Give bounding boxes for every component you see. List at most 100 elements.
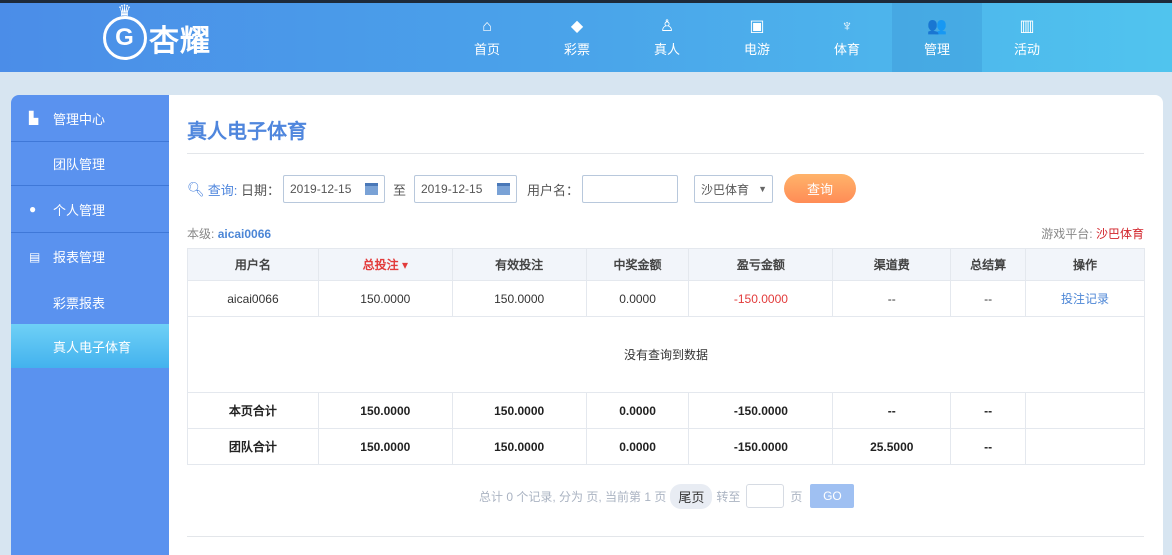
column-header: 盈亏金额 <box>688 248 834 281</box>
logo[interactable]: G杏耀 <box>103 1 211 65</box>
page-number-input[interactable] <box>746 484 785 508</box>
platform-select[interactable]: 沙巴体育 ▼ <box>694 175 773 203</box>
table-cell: -- <box>950 392 1027 429</box>
pager-summary: 总计 0 个记录, 分为 页, 当前第 1 页 <box>479 489 667 504</box>
nav-label: 管理 <box>923 41 950 57</box>
nav-item-4[interactable]: ♆ 体育 <box>802 3 892 72</box>
sidebar: ▙ 管理中心 团队管理 ● 个人管理 ▤ 报表管理 彩票报表 真人电子体育 <box>11 95 169 555</box>
table-cell: -- <box>950 280 1027 317</box>
date-label: 日期： <box>241 182 281 198</box>
end-date-value: 2019-12-15 <box>421 182 483 196</box>
divider <box>187 536 1144 537</box>
table-cell: 150.0000 <box>317 428 453 465</box>
table-cell: -- <box>832 280 952 317</box>
query-text: 查询: <box>207 182 238 198</box>
username-input[interactable] <box>582 175 678 203</box>
column-header[interactable]: 总投注 ▾ <box>317 248 453 281</box>
level-info: 本级: aicai0066 <box>187 225 271 242</box>
sidebar-item-management-center[interactable]: ▙ 管理中心 <box>11 95 169 142</box>
label: 真人电子体育 <box>53 339 132 355</box>
table-cell: 150.0000 <box>451 280 587 317</box>
gift-icon: ▥ <box>1019 17 1035 35</box>
report-table: 用户名 总投注 ▾ 有效投注 中奖金额 盈亏金额 渠道费 总结算 操作 aicai0066 15… <box>187 248 1145 465</box>
sidebar-item-personal-management[interactable]: ● 个人管理 <box>11 186 169 233</box>
platform-value: 沙巴体育 <box>1095 227 1144 241</box>
page-label: 页 <box>790 489 803 504</box>
table-cell: 0.0000 <box>585 280 690 317</box>
label: 管理中心 <box>53 111 106 127</box>
table-cell: 0.0000 <box>585 428 690 465</box>
table-cell: 本页合计 <box>187 392 319 429</box>
ticket-icon: ◆ <box>570 17 584 35</box>
search-icon: 🔍︎ <box>187 180 205 197</box>
empty-message: 没有查询到数据 <box>187 316 1145 393</box>
label: 彩票报表 <box>53 295 106 311</box>
last-page-button[interactable]: 尾页 <box>670 483 713 509</box>
dealer-icon: ♙ <box>659 17 675 35</box>
nav-label: 彩票 <box>563 41 590 57</box>
column-header: 有效投注 <box>451 248 587 281</box>
pagination: 总计 0 个记录, 分为 页, 当前第 1 页 尾页 转至 页 GO <box>479 483 855 509</box>
table-cell: 团队合计 <box>187 428 319 465</box>
table-cell: 150.0000 <box>451 392 587 429</box>
dropdown-arrow-icon: ▼ <box>758 184 767 194</box>
level-user[interactable]: aicai0066 <box>218 227 271 241</box>
column-header: 总结算 <box>950 248 1027 281</box>
column-header: 操作 <box>1025 248 1145 281</box>
user-icon: ● <box>29 202 37 216</box>
nav-item-3[interactable]: ▣ 电游 <box>712 3 802 72</box>
end-date-input[interactable]: 2019-12-15 <box>414 175 517 203</box>
logo-text: 杏耀 <box>149 25 211 58</box>
nav-item-0[interactable]: ⌂ 首页 <box>442 3 532 72</box>
table-cell <box>1025 392 1145 429</box>
label: 报表管理 <box>53 250 106 265</box>
empty-row: 没有查询到数据 <box>187 316 1145 393</box>
query-label: 🔍︎ 查询: <box>187 175 237 203</box>
goto-label: 转至 <box>716 489 741 504</box>
sidebar-item-lottery-report[interactable]: 彩票报表 <box>11 280 169 324</box>
sidebar-item-team-management[interactable]: 团队管理 <box>11 142 169 186</box>
start-date-input[interactable]: 2019-12-15 <box>283 175 385 203</box>
table-cell: -150.0000 <box>688 280 834 317</box>
column-header: 中奖金额 <box>585 248 690 281</box>
to-label: 至 <box>393 182 407 198</box>
table-cell: aicai0066 <box>187 280 319 317</box>
table-cell: -- <box>950 428 1027 465</box>
search-button[interactable]: 查询 <box>784 174 856 203</box>
table-cell: -150.0000 <box>688 428 834 465</box>
label: 团队管理 <box>53 157 106 172</box>
main-nav: ⌂ 首页 ◆ 彩票 ♙ 真人 ▣ 电游 ♆ 体育 👥 管理 ▥ 活动 <box>442 3 1072 72</box>
nav-item-6[interactable]: ▥ 活动 <box>982 3 1072 72</box>
users-icon: 👥 <box>927 17 947 35</box>
nav-item-5[interactable]: 👥 管理 <box>892 3 982 72</box>
divider <box>187 153 1144 154</box>
nav-item-2[interactable]: ♙ 真人 <box>622 3 712 72</box>
nav-label: 体育 <box>833 41 860 57</box>
table-cell[interactable]: 投注记录 <box>1025 280 1145 317</box>
nav-label: 首页 <box>473 41 500 57</box>
platform-selected: 沙巴体育 <box>701 182 750 197</box>
table-cell: -- <box>832 392 952 429</box>
table-cell: 0.0000 <box>585 392 690 429</box>
table-cell: -150.0000 <box>688 392 834 429</box>
report-icon: ▤ <box>29 249 41 264</box>
content-panel: 真人电子体育 🔍︎ 查询: 日期： 2019-12-15 至 2019-12-15… <box>169 95 1163 555</box>
nav-item-1[interactable]: ◆ 彩票 <box>532 3 622 72</box>
trophy-icon: ♆ <box>841 17 853 35</box>
level-label: 本级: <box>187 227 215 241</box>
top-header: G杏耀 ⌂ 首页 ◆ 彩票 ♙ 真人 ▣ 电游 ♆ 体育 👥 管理 ▥ 活动 <box>0 0 1172 72</box>
nav-label: 活动 <box>1013 41 1040 57</box>
start-date-value: 2019-12-15 <box>290 182 352 196</box>
calendar-icon[interactable] <box>497 183 510 195</box>
logo-emblem-icon: G <box>103 1 147 60</box>
table-cell: 150.0000 <box>317 280 453 317</box>
table-cell: 150.0000 <box>451 428 587 465</box>
table-cell: 150.0000 <box>317 392 453 429</box>
platform-info: 游戏平台: 沙巴体育 <box>1041 225 1144 242</box>
go-button[interactable]: GO <box>810 484 855 508</box>
table-cell: 25.5000 <box>832 428 952 465</box>
sidebar-item-reports[interactable]: ▤ 报表管理 <box>11 233 169 280</box>
calendar-icon[interactable] <box>365 183 378 195</box>
table-row: 本页合计 150.0000 150.0000 0.0000 -150.0000 -- -- <box>187 392 1145 429</box>
sidebar-item-live-sports[interactable]: 真人电子体育 <box>11 324 169 368</box>
